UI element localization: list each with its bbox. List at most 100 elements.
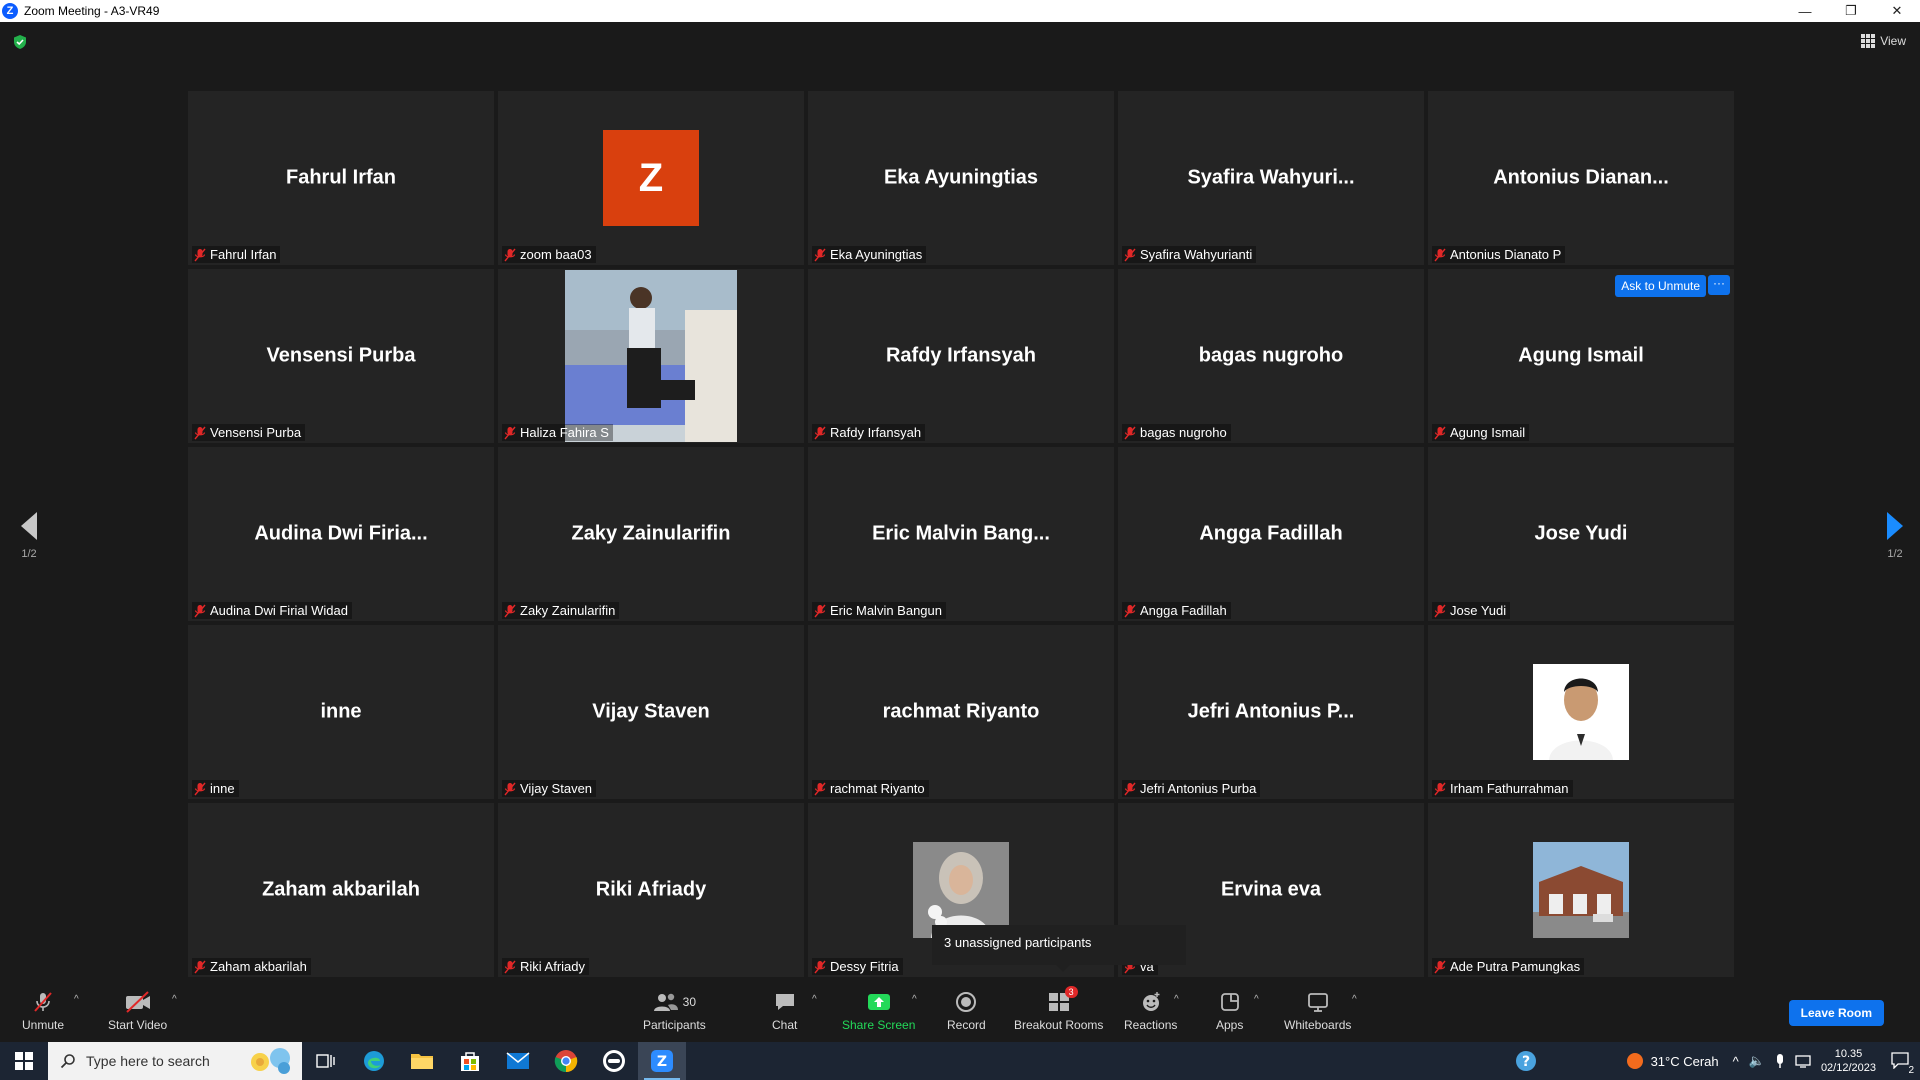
speaker-icon[interactable]: 🔈	[1749, 1053, 1765, 1069]
participant-photo	[1533, 664, 1629, 760]
participant-name: Riki Afriady	[520, 959, 586, 974]
participant-tile[interactable]: Eka Ayuningtias Eka Ayuningtias	[808, 91, 1114, 265]
mic-muted-icon	[194, 248, 206, 262]
participant-tile[interactable]: Zzoom baa03	[498, 91, 804, 265]
taskbar-mail[interactable]	[494, 1042, 542, 1080]
leave-room-button[interactable]: Leave Room	[1788, 1000, 1884, 1026]
start-button[interactable]	[0, 1042, 48, 1080]
taskbar-file-explorer[interactable]	[398, 1042, 446, 1080]
tray-chevron-up-icon[interactable]: ^	[1733, 1054, 1739, 1069]
zoom-logo-icon: Z	[2, 3, 18, 19]
restore-button[interactable]: ❐	[1828, 0, 1874, 22]
whiteboards-caret-icon[interactable]: ^	[1352, 994, 1357, 1005]
help-icon[interactable]: ?	[1515, 1050, 1537, 1072]
previous-page-button[interactable]: 1/2	[14, 512, 44, 560]
ask-to-unmute-button[interactable]: Ask to Unmute	[1615, 275, 1706, 297]
taskbar-search-box[interactable]: Type here to search	[48, 1042, 302, 1080]
participant-tile[interactable]: Angga Fadillah Angga Fadillah	[1118, 447, 1424, 621]
next-page-button[interactable]: 1/2	[1880, 512, 1910, 560]
store-bag-icon	[461, 1052, 479, 1071]
participant-tile[interactable]: Irham Fathurrahman	[1428, 625, 1734, 799]
chat-options-caret-icon[interactable]: ^	[812, 994, 817, 1005]
mic-muted-icon	[1434, 248, 1446, 262]
participant-tile[interactable]: rachmat Riyanto rachmat Riyanto	[808, 625, 1114, 799]
participant-tile[interactable]: Antonius Dianan... Antonius Dianato P	[1428, 91, 1734, 265]
apps-caret-icon[interactable]: ^	[1254, 994, 1259, 1005]
start-video-button[interactable]: Start Video	[108, 990, 167, 1032]
weather-sun-icon[interactable]	[1625, 1051, 1645, 1071]
network-icon[interactable]	[1795, 1054, 1811, 1068]
minimize-button[interactable]: —	[1782, 0, 1828, 22]
task-view-button[interactable]	[302, 1042, 350, 1080]
participant-photo	[565, 270, 737, 442]
participant-display-name: Zaky Zainularifin	[571, 522, 731, 545]
window-titlebar: Z Zoom Meeting - A3-VR49 — ❐ ✕	[0, 0, 1920, 22]
share-options-caret-icon[interactable]: ^	[912, 994, 917, 1005]
participant-name: Angga Fadillah	[1140, 603, 1227, 618]
participant-name: Zaky Zainularifin	[520, 603, 616, 618]
breakout-rooms-button[interactable]: 3 Breakout Rooms	[1014, 986, 1104, 1032]
chat-button[interactable]: Chat	[772, 990, 797, 1032]
participant-tile[interactable]: Zaham akbarilah Zaham akbarilah	[188, 803, 494, 977]
participant-name-label: Eric Malvin Bangun	[812, 602, 946, 619]
audio-options-caret-icon[interactable]: ^	[74, 994, 79, 1005]
zoom-app-icon: Z	[651, 1050, 673, 1072]
search-placeholder: Type here to search	[86, 1053, 210, 1069]
view-button[interactable]: View	[1861, 34, 1906, 48]
taskbar-clock[interactable]: 10.35 02/12/2023	[1821, 1047, 1876, 1075]
participant-name-label: Agung Ismail	[1432, 424, 1530, 441]
participant-tile[interactable]: Agung Ismail Ask to Unmute ··· Agung Ismail	[1428, 269, 1734, 443]
participants-icon	[653, 993, 678, 1011]
weather-text[interactable]: 31°C Cerah	[1651, 1054, 1719, 1069]
participants-button[interactable]: 30 Participants	[643, 990, 706, 1032]
taskbar-zoom[interactable]: Z	[638, 1042, 686, 1080]
participant-tile[interactable]: Eric Malvin Bang... Eric Malvin Bangun	[808, 447, 1114, 621]
arrow-left-icon	[21, 512, 37, 540]
reactions-smiley-icon	[1140, 990, 1162, 1014]
taskbar-app-circle[interactable]	[590, 1042, 638, 1080]
share-screen-button[interactable]: Share Screen	[842, 990, 915, 1032]
participant-tile[interactable]: Audina Dwi Firia... Audina Dwi Firial Wid…	[188, 447, 494, 621]
participant-tile[interactable]: Rafdy Irfansyah Rafdy Irfansyah	[808, 269, 1114, 443]
participant-tile[interactable]: Vensensi Purba Vensensi Purba	[188, 269, 494, 443]
participant-tile[interactable]: Riki Afriady Riki Afriady	[498, 803, 804, 977]
participant-name: Irham Fathurrahman	[1450, 781, 1569, 796]
participant-name: Agung Ismail	[1450, 425, 1526, 440]
whiteboards-button[interactable]: Whiteboards	[1284, 990, 1351, 1032]
apps-button[interactable]: Apps	[1216, 990, 1243, 1032]
participant-tile[interactable]: Fahrul Irfan Fahrul Irfan	[188, 91, 494, 265]
notification-center-button[interactable]: 2	[1890, 1051, 1914, 1076]
taskbar-store[interactable]	[446, 1042, 494, 1080]
record-button[interactable]: Record	[947, 990, 986, 1032]
reactions-caret-icon[interactable]: ^	[1174, 994, 1179, 1005]
participant-tile[interactable]: Vijay Staven Vijay Staven	[498, 625, 804, 799]
participant-tile[interactable]: Jose Yudi Jose Yudi	[1428, 447, 1734, 621]
participant-tile[interactable]: Ade Putra Pamungkas	[1428, 803, 1734, 977]
participant-name: Rafdy Irfansyah	[830, 425, 922, 440]
taskbar-edge[interactable]	[350, 1042, 398, 1080]
microphone-tray-icon[interactable]	[1775, 1053, 1785, 1069]
participant-tile[interactable]: Zaky Zainularifin Zaky Zainularifin	[498, 447, 804, 621]
mic-muted-icon	[194, 782, 206, 796]
participant-tile[interactable]: bagas nugroho bagas nugroho	[1118, 269, 1424, 443]
unmute-button[interactable]: Unmute	[22, 990, 64, 1032]
participant-tile[interactable]: Syafira Wahyuri... Syafira Wahyurianti	[1118, 91, 1424, 265]
window-title: Zoom Meeting - A3-VR49	[24, 4, 160, 18]
taskbar-chrome[interactable]	[542, 1042, 590, 1080]
breakout-rooms-label: Breakout Rooms	[1014, 1018, 1104, 1032]
close-button[interactable]: ✕	[1874, 0, 1920, 22]
encryption-shield-icon[interactable]	[12, 34, 28, 50]
windows-taskbar: Type here to search Z ? 31°C Cerah ^ 🔈 1…	[0, 1042, 1920, 1080]
mic-muted-icon	[814, 248, 826, 262]
participant-tile[interactable]: Jefri Antonius P... Jefri Antonius Purba	[1118, 625, 1424, 799]
more-options-button[interactable]: ···	[1708, 275, 1730, 295]
participant-tile[interactable]: Haliza Fahira S	[498, 269, 804, 443]
participant-tile[interactable]: inne inne	[188, 625, 494, 799]
participant-name: Fahrul Irfan	[210, 247, 277, 262]
grid-view-icon	[1861, 34, 1876, 48]
participant-display-name: Vensensi Purba	[266, 344, 416, 367]
participant-display-name: Eka Ayuningtias	[883, 166, 1039, 189]
reactions-button[interactable]: Reactions	[1124, 990, 1177, 1032]
participant-display-name: Agung Ismail	[1518, 344, 1644, 367]
video-options-caret-icon[interactable]: ^	[172, 994, 177, 1005]
